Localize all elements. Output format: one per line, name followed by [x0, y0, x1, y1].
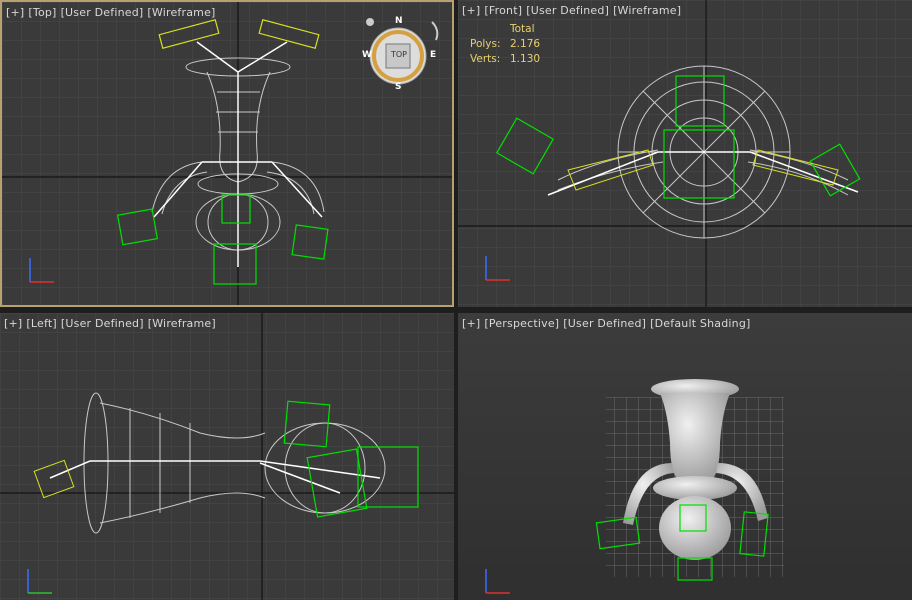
perspective-viewport-canvas — [485, 379, 784, 594]
home-icon — [366, 18, 374, 26]
verts-label: Verts: — [470, 53, 501, 65]
viewport-label-front[interactable]: [+] [Front] [User Defined] [Wireframe] — [462, 4, 685, 17]
compass-w: W — [362, 50, 372, 60]
viewport-front[interactable]: [+] [Front] [User Defined] [Wireframe] Tota… — [458, 0, 912, 307]
axis-gizmo — [485, 569, 510, 594]
viewcube-face-label[interactable]: TOP — [388, 50, 410, 59]
viewport-perspective[interactable]: [+] [Perspective] [User Defined] [Default S… — [458, 313, 912, 600]
viewcube[interactable]: TOP N S W E — [360, 14, 440, 94]
viewport-top[interactable]: [+] [Top] [User Defined] [Wireframe] TOP N … — [0, 0, 454, 307]
left-viewport-canvas — [0, 313, 454, 600]
viewport-label-perspective[interactable]: [+] [Perspective] [User Defined] [Default S… — [462, 317, 755, 330]
compass-s: S — [395, 82, 402, 92]
compass-e: E — [430, 50, 437, 60]
compass-n: N — [395, 16, 403, 26]
polys-label: Polys: — [470, 38, 501, 50]
viewport-left[interactable]: [+] [Left] [User Defined] [Wireframe] — [0, 313, 454, 600]
verts-value: 1.130 — [510, 53, 541, 65]
stats-header: Total — [510, 23, 535, 35]
polys-value: 2.176 — [510, 38, 541, 50]
viewport-label-top[interactable]: [+] [Top] [User Defined] [Wireframe] — [6, 6, 220, 19]
scene-statistics: Total Polys: 2.176 Verts: 1.130 — [470, 22, 540, 67]
viewport-label-left[interactable]: [+] [Left] [User Defined] [Wireframe] — [4, 317, 220, 330]
rotate-icon — [431, 21, 439, 41]
